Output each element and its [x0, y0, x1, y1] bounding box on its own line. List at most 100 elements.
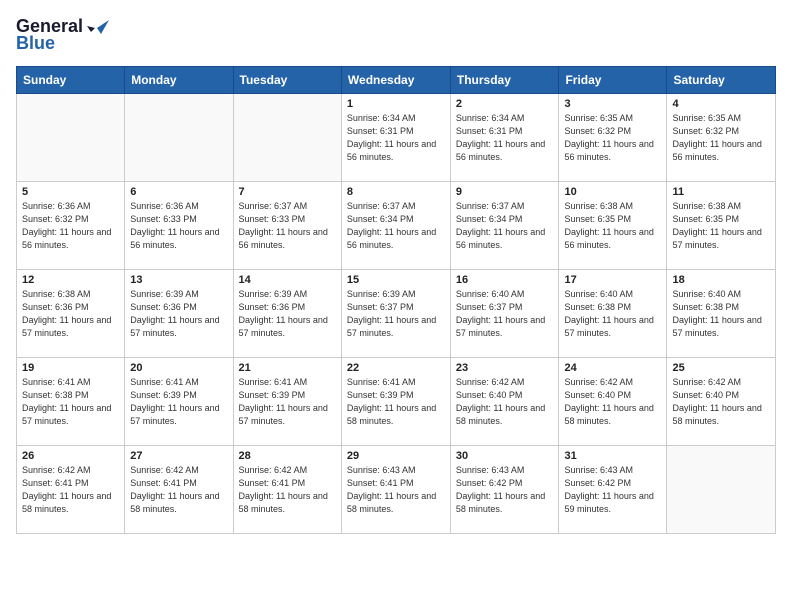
day-info: Sunrise: 6:40 AM Sunset: 6:38 PM Dayligh… [672, 288, 770, 340]
day-info: Sunrise: 6:39 AM Sunset: 6:36 PM Dayligh… [130, 288, 227, 340]
calendar-cell: 14 Sunrise: 6:39 AM Sunset: 6:36 PM Dayli… [233, 270, 341, 358]
day-number: 24 [564, 362, 661, 374]
calendar-cell: 1 Sunrise: 6:34 AM Sunset: 6:31 PM Daylig… [341, 94, 450, 182]
calendar-cell: 11 Sunrise: 6:38 AM Sunset: 6:35 PM Dayli… [667, 182, 776, 270]
day-info: Sunrise: 6:40 AM Sunset: 6:37 PM Dayligh… [456, 288, 554, 340]
calendar-cell: 2 Sunrise: 6:34 AM Sunset: 6:31 PM Daylig… [450, 94, 559, 182]
day-info: Sunrise: 6:41 AM Sunset: 6:39 PM Dayligh… [347, 376, 445, 428]
day-number: 23 [456, 362, 554, 374]
day-info: Sunrise: 6:37 AM Sunset: 6:34 PM Dayligh… [456, 200, 554, 252]
weekday-header: Thursday [450, 67, 559, 94]
calendar-cell: 16Sunrise: 6:40 AM Sunset: 6:37 PM Dayli… [450, 270, 559, 358]
day-number: 27 [130, 450, 227, 462]
weekday-header: Wednesday [341, 67, 450, 94]
day-info: Sunrise: 6:42 AM Sunset: 6:40 PM Dayligh… [564, 376, 661, 428]
day-info: Sunrise: 6:35 AM Sunset: 6:32 PM Dayligh… [672, 112, 770, 164]
calendar-cell: 29 Sunrise: 6:43 AM Sunset: 6:41 PM Dayli… [341, 446, 450, 534]
day-number: 29 [347, 450, 445, 462]
calendar-cell [125, 94, 233, 182]
day-info: Sunrise: 6:41 AM Sunset: 6:39 PM Dayligh… [130, 376, 227, 428]
calendar-week-row: 26 Sunrise: 6:42 AM Sunset: 6:41 PM Dayli… [17, 446, 776, 534]
day-number: 22 [347, 362, 445, 374]
calendar-cell: 26 Sunrise: 6:42 AM Sunset: 6:41 PM Dayli… [17, 446, 125, 534]
day-info: Sunrise: 6:43 AM Sunset: 6:42 PM Dayligh… [564, 464, 661, 516]
calendar-cell: 3 Sunrise: 6:35 AM Sunset: 6:32 PM Daylig… [559, 94, 667, 182]
logo-bird-icon [87, 18, 109, 36]
weekday-header: Saturday [667, 67, 776, 94]
day-info: Sunrise: 6:42 AM Sunset: 6:40 PM Dayligh… [672, 376, 770, 428]
calendar-cell: 6 Sunrise: 6:36 AM Sunset: 6:33 PM Daylig… [125, 182, 233, 270]
day-info: Sunrise: 6:34 AM Sunset: 6:31 PM Dayligh… [456, 112, 554, 164]
calendar-cell: 28Sunrise: 6:42 AM Sunset: 6:41 PM Dayli… [233, 446, 341, 534]
day-number: 7 [239, 186, 336, 198]
weekday-header: Sunday [17, 67, 125, 94]
day-info: Sunrise: 6:42 AM Sunset: 6:40 PM Dayligh… [456, 376, 554, 428]
day-number: 5 [22, 186, 119, 198]
day-number: 11 [672, 186, 770, 198]
day-number: 20 [130, 362, 227, 374]
calendar-cell: 25 Sunrise: 6:42 AM Sunset: 6:40 PM Dayli… [667, 358, 776, 446]
calendar-cell: 8 Sunrise: 6:37 AM Sunset: 6:34 PM Daylig… [341, 182, 450, 270]
weekday-header: Monday [125, 67, 233, 94]
day-number: 26 [22, 450, 119, 462]
day-number: 13 [130, 274, 227, 286]
day-info: Sunrise: 6:36 AM Sunset: 6:32 PM Dayligh… [22, 200, 119, 252]
day-number: 10 [564, 186, 661, 198]
day-number: 3 [564, 98, 661, 110]
day-number: 30 [456, 450, 554, 462]
day-info: Sunrise: 6:41 AM Sunset: 6:38 PM Dayligh… [22, 376, 119, 428]
weekday-header: Tuesday [233, 67, 341, 94]
calendar-cell: 15 Sunrise: 6:39 AM Sunset: 6:37 PM Dayli… [341, 270, 450, 358]
day-number: 1 [347, 98, 445, 110]
day-info: Sunrise: 6:42 AM Sunset: 6:41 PM Dayligh… [22, 464, 119, 516]
calendar-cell [233, 94, 341, 182]
day-info: Sunrise: 6:40 AM Sunset: 6:38 PM Dayligh… [564, 288, 661, 340]
day-number: 25 [672, 362, 770, 374]
day-info: Sunrise: 6:38 AM Sunset: 6:35 PM Dayligh… [672, 200, 770, 252]
calendar-cell: 7Sunrise: 6:37 AM Sunset: 6:33 PM Daylig… [233, 182, 341, 270]
calendar-cell: 9Sunrise: 6:37 AM Sunset: 6:34 PM Daylig… [450, 182, 559, 270]
day-info: Sunrise: 6:37 AM Sunset: 6:34 PM Dayligh… [347, 200, 445, 252]
calendar-week-row: 1 Sunrise: 6:34 AM Sunset: 6:31 PM Daylig… [17, 94, 776, 182]
calendar-cell [667, 446, 776, 534]
logo-blue-text: Blue [16, 33, 55, 54]
day-info: Sunrise: 6:39 AM Sunset: 6:36 PM Dayligh… [239, 288, 336, 340]
calendar-table: SundayMondayTuesdayWednesdayThursdayFrid… [16, 66, 776, 534]
day-number: 8 [347, 186, 445, 198]
calendar-week-row: 5 Sunrise: 6:36 AM Sunset: 6:32 PM Daylig… [17, 182, 776, 270]
day-number: 6 [130, 186, 227, 198]
day-info: Sunrise: 6:43 AM Sunset: 6:42 PM Dayligh… [456, 464, 554, 516]
weekday-header-row: SundayMondayTuesdayWednesdayThursdayFrid… [17, 67, 776, 94]
day-number: 4 [672, 98, 770, 110]
calendar-cell: 18 Sunrise: 6:40 AM Sunset: 6:38 PM Dayli… [667, 270, 776, 358]
day-info: Sunrise: 6:36 AM Sunset: 6:33 PM Dayligh… [130, 200, 227, 252]
day-number: 18 [672, 274, 770, 286]
day-number: 19 [22, 362, 119, 374]
day-info: Sunrise: 6:34 AM Sunset: 6:31 PM Dayligh… [347, 112, 445, 164]
calendar-cell: 10 Sunrise: 6:38 AM Sunset: 6:35 PM Dayli… [559, 182, 667, 270]
day-number: 21 [239, 362, 336, 374]
calendar-week-row: 12Sunrise: 6:38 AM Sunset: 6:36 PM Dayli… [17, 270, 776, 358]
day-info: Sunrise: 6:35 AM Sunset: 6:32 PM Dayligh… [564, 112, 661, 164]
day-number: 14 [239, 274, 336, 286]
calendar-cell: 20 Sunrise: 6:41 AM Sunset: 6:39 PM Dayli… [125, 358, 233, 446]
calendar-cell: 4 Sunrise: 6:35 AM Sunset: 6:32 PM Daylig… [667, 94, 776, 182]
page-header: General Blue [16, 16, 776, 54]
logo: General Blue [16, 16, 109, 54]
day-number: 15 [347, 274, 445, 286]
calendar-week-row: 19 Sunrise: 6:41 AM Sunset: 6:38 PM Dayli… [17, 358, 776, 446]
day-info: Sunrise: 6:39 AM Sunset: 6:37 PM Dayligh… [347, 288, 445, 340]
day-info: Sunrise: 6:41 AM Sunset: 6:39 PM Dayligh… [239, 376, 336, 428]
day-info: Sunrise: 6:43 AM Sunset: 6:41 PM Dayligh… [347, 464, 445, 516]
day-info: Sunrise: 6:38 AM Sunset: 6:35 PM Dayligh… [564, 200, 661, 252]
calendar-cell: 13 Sunrise: 6:39 AM Sunset: 6:36 PM Dayli… [125, 270, 233, 358]
calendar-cell: 24 Sunrise: 6:42 AM Sunset: 6:40 PM Dayli… [559, 358, 667, 446]
calendar-cell: 19 Sunrise: 6:41 AM Sunset: 6:38 PM Dayli… [17, 358, 125, 446]
day-number: 2 [456, 98, 554, 110]
calendar-cell: 27Sunrise: 6:42 AM Sunset: 6:41 PM Dayli… [125, 446, 233, 534]
calendar-cell: 5 Sunrise: 6:36 AM Sunset: 6:32 PM Daylig… [17, 182, 125, 270]
calendar-cell: 21 Sunrise: 6:41 AM Sunset: 6:39 PM Dayli… [233, 358, 341, 446]
calendar-cell: 30 Sunrise: 6:43 AM Sunset: 6:42 PM Dayli… [450, 446, 559, 534]
day-info: Sunrise: 6:38 AM Sunset: 6:36 PM Dayligh… [22, 288, 119, 340]
calendar-cell: 12Sunrise: 6:38 AM Sunset: 6:36 PM Dayli… [17, 270, 125, 358]
